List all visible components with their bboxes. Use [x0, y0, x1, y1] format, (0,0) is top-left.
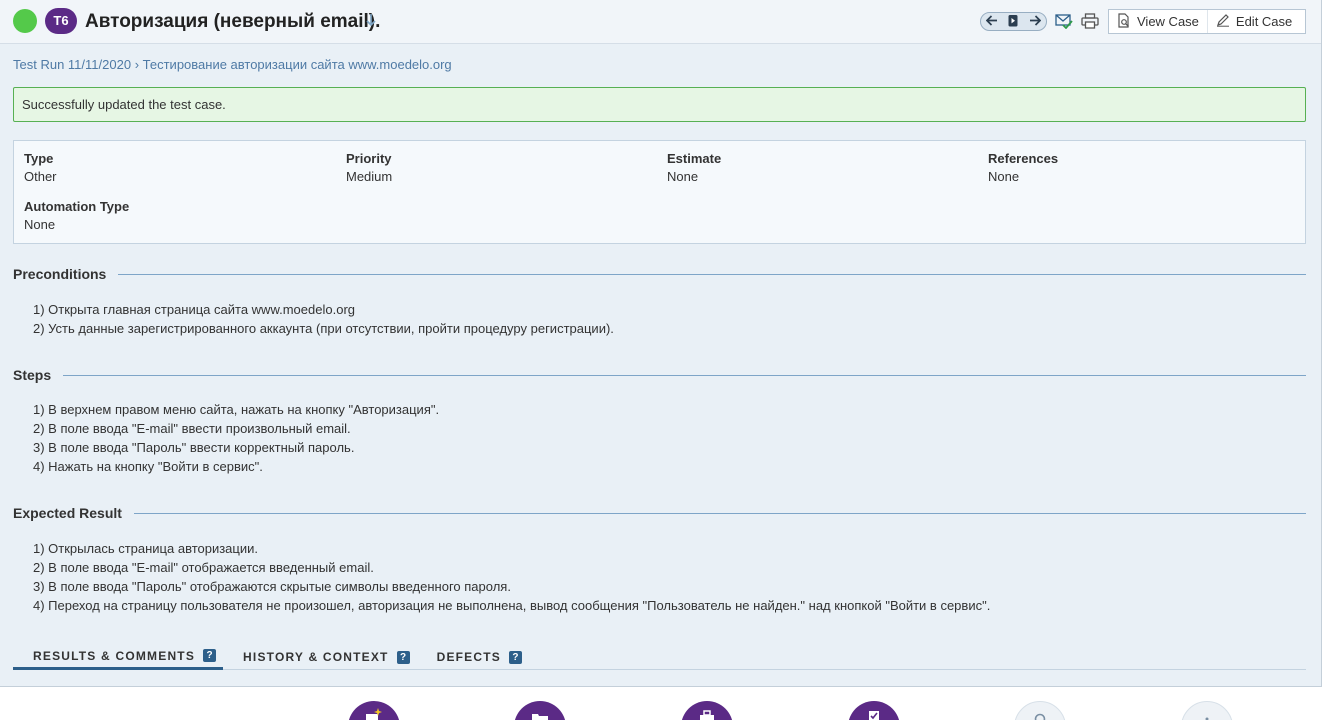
briefcase-button[interactable]: [681, 701, 733, 720]
step-line: 2) В поле ввода "E-mail" ввести произвол…: [33, 421, 351, 436]
tab-history-context-label: HISTORY & CONTEXT: [243, 650, 389, 664]
add-result-icon: [363, 707, 385, 720]
case-navigation: [980, 12, 1047, 31]
field-automation-type: Automation Type None: [24, 199, 129, 232]
preconditions-title: Preconditions: [13, 266, 107, 282]
briefcase-icon: [696, 707, 718, 720]
field-type-value: Other: [24, 169, 57, 184]
field-references-value: None: [988, 169, 1020, 184]
step-line: 4) Нажать на кнопку "Войти в сервис".: [33, 459, 263, 474]
field-estimate-value: None: [667, 169, 699, 184]
print-icon[interactable]: [1080, 11, 1100, 31]
field-estimate: Estimate None: [667, 151, 721, 184]
success-message: Successfully updated the test case.: [13, 87, 1306, 122]
preconditions-header: Preconditions: [13, 265, 1306, 283]
field-type-label: Type: [24, 151, 54, 166]
field-priority-label: Priority: [346, 151, 392, 166]
tab-results-comments[interactable]: RESULTS & COMMENTS ?: [13, 644, 224, 670]
search-button[interactable]: [1014, 701, 1066, 720]
field-automation-type-label: Automation Type: [24, 199, 130, 214]
field-automation-type-value: None: [24, 217, 56, 232]
info-icon: [1196, 708, 1218, 720]
case-fields-box: Type Other Priority Medium Estimate None…: [13, 140, 1306, 244]
breadcrumb: Test Run 11/11/2020 › Тестирование автор…: [13, 57, 452, 72]
expected-line: 3) В поле ввода "Пароль" отображаются ск…: [33, 579, 511, 594]
case-actions: View Case Edit Case: [1108, 9, 1306, 34]
info-button[interactable]: [1181, 701, 1233, 720]
steps-content: 1) В верхнем правом меню сайта, нажать н…: [33, 400, 439, 476]
field-priority: Priority Medium: [346, 151, 392, 184]
edit-case-label: Edit Case: [1235, 14, 1293, 29]
pencil-icon: [1216, 13, 1230, 30]
tab-history-context[interactable]: HISTORY & CONTEXT ?: [223, 644, 417, 670]
steps-title: Steps: [13, 367, 52, 383]
field-references-label: References: [988, 151, 1059, 166]
expected-result-header: Expected Result: [13, 504, 1306, 522]
open-folder-button[interactable]: [514, 701, 566, 720]
tab-results-comments-label: RESULTS & COMMENTS: [33, 648, 196, 663]
expected-line: 4) Переход на страницу пользователя не п…: [33, 598, 991, 613]
detail-tabs: RESULTS & COMMENTS ? HISTORY & CONTEXT ?…: [13, 644, 1306, 670]
help-icon[interactable]: ?: [396, 650, 410, 664]
view-document-icon: [1117, 12, 1131, 31]
add-result-button[interactable]: [348, 701, 400, 720]
breadcrumb-test-run-link[interactable]: Test Run 11/11/2020: [13, 57, 131, 72]
tab-defects[interactable]: DEFECTS ?: [417, 644, 529, 670]
search-icon: [1029, 708, 1051, 720]
clipboard-play-icon[interactable]: [1008, 14, 1018, 29]
preconditions-content: 1) Открыта главная страница сайта www.mo…: [33, 300, 614, 338]
case-id-badge: T6: [45, 8, 77, 34]
breadcrumb-separator: ›: [134, 57, 140, 72]
expected-result-content: 1) Открылась страница авторизации. 2) В …: [33, 539, 990, 615]
section-divider: [118, 273, 1306, 275]
expected-line: 1) Открылась страница авторизации.: [33, 541, 258, 556]
expected-result-title: Expected Result: [13, 505, 122, 521]
test-case-pane: T6 Авторизация (неверный email). View Ca…: [0, 0, 1322, 687]
step-line: 1) В верхнем правом меню сайта, нажать н…: [33, 402, 440, 417]
steps-header: Steps: [13, 366, 1306, 384]
field-estimate-label: Estimate: [667, 151, 722, 166]
help-icon[interactable]: ?: [508, 650, 522, 664]
case-title: Авторизация (неверный email).: [85, 11, 381, 32]
section-divider: [133, 512, 1306, 514]
section-divider: [63, 374, 1306, 376]
case-header: T6 Авторизация (неверный email). View Ca…: [0, 0, 1321, 44]
previous-arrow-icon[interactable]: [985, 15, 998, 28]
field-references: References None: [988, 151, 1058, 184]
tab-defects-label: DEFECTS: [436, 650, 501, 664]
field-priority-value: Medium: [346, 169, 393, 184]
breadcrumb-suite-link[interactable]: Тестирование авторизации сайта www.moede…: [143, 57, 452, 72]
view-case-label: View Case: [1137, 14, 1199, 29]
folder-icon: [529, 707, 551, 720]
mail-check-icon[interactable]: [1054, 11, 1074, 31]
step-line: 3) В поле ввода "Пароль" ввести корректн…: [33, 440, 355, 455]
help-icon[interactable]: ?: [203, 649, 217, 662]
next-arrow-icon[interactable]: [1029, 15, 1042, 28]
status-indicator: [13, 9, 37, 33]
checklist-button[interactable]: [848, 701, 900, 720]
arrow-down-icon[interactable]: [366, 13, 376, 30]
field-type: Type Other: [24, 151, 57, 184]
view-case-button[interactable]: View Case: [1109, 10, 1208, 33]
checklist-icon: [863, 707, 885, 720]
precondition-line: 2) Усть данные зарегистрированного аккау…: [33, 321, 614, 336]
edit-case-button[interactable]: Edit Case: [1208, 10, 1300, 33]
expected-line: 2) В поле ввода "E-mail" отображается вв…: [33, 560, 374, 575]
precondition-line: 1) Открыта главная страница сайта www.mo…: [33, 302, 355, 317]
